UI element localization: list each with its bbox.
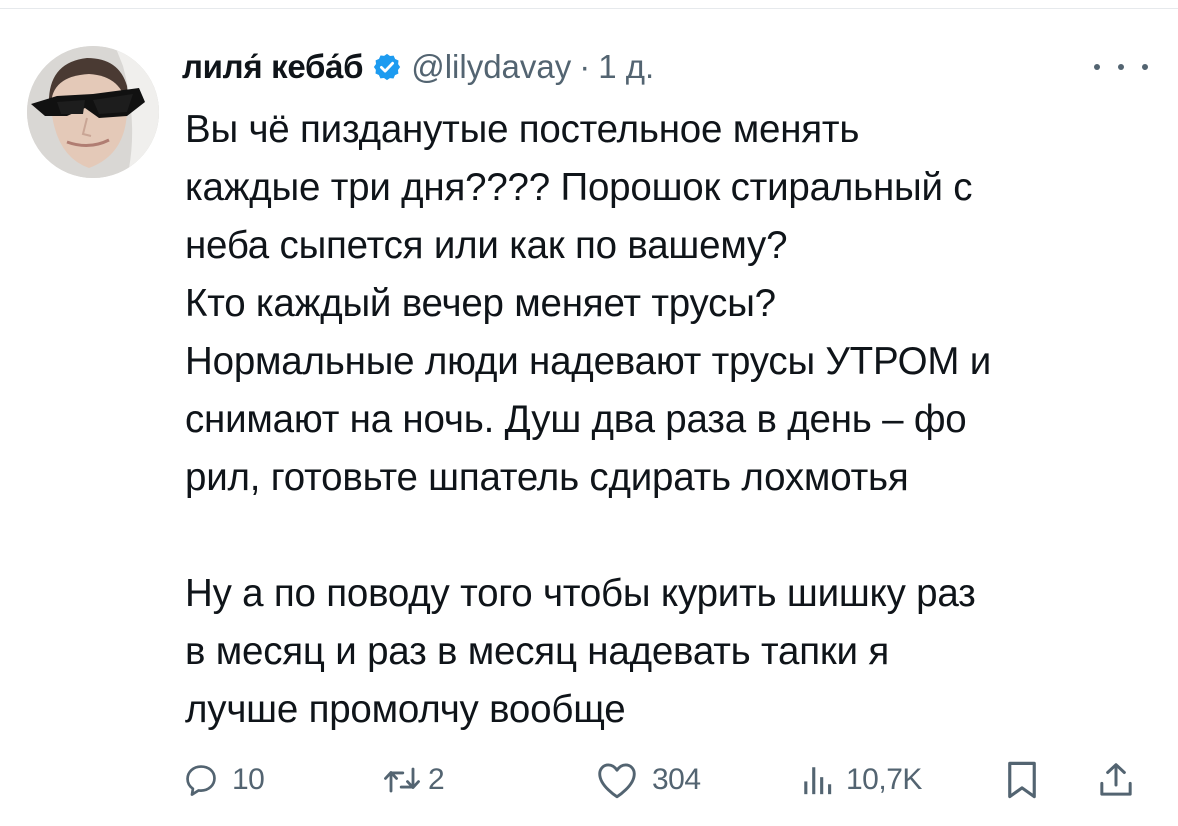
verified-badge-icon	[372, 52, 402, 82]
reply-icon	[186, 765, 216, 796]
more-dot	[1142, 64, 1148, 70]
tweet-line: Ну а по поводу того чтобы курить шишку р…	[185, 572, 976, 615]
action-bar: 10 2 304 10,7K	[0, 756, 1178, 804]
tweet-line: неба сыпется или как по вашему?	[185, 224, 788, 267]
more-dot	[1118, 64, 1124, 70]
tweet-line: Вы чё пизданутые постельное менять	[185, 108, 860, 151]
like-count: 304	[652, 763, 701, 796]
avatar[interactable]	[27, 46, 159, 178]
share-icon	[1100, 763, 1132, 796]
tweet-line: снимают на ночь. Душ два раза в день – ф…	[185, 398, 967, 441]
tweet-line: лучше промолчу вообще	[185, 688, 626, 731]
like-icon	[598, 763, 636, 799]
tweet-line: в месяц и раз в месяц надевать тапки я	[185, 630, 889, 673]
tweet-line: каждые три дня???? Порошок стиральный с	[185, 166, 973, 209]
repost-count: 2	[428, 763, 445, 796]
separator-dot: ·	[579, 48, 591, 85]
views-icon	[804, 767, 832, 795]
top-divider	[0, 8, 1178, 9]
handle[interactable]: @lilydavay	[411, 48, 571, 86]
repost-icon	[384, 767, 420, 793]
timestamp[interactable]: 1 д.	[598, 48, 654, 86]
tweet-text: Вы чё пизданутые постельное менять кажды…	[185, 101, 1160, 739]
tweet-line: рил, готовьте шпатель сдирать лохмотья	[185, 456, 909, 499]
tweet-line: Кто каждый вечер меняет трусы?	[185, 282, 776, 325]
more-dot	[1094, 64, 1100, 70]
more-icon[interactable]	[1094, 52, 1148, 82]
share-button[interactable]	[1096, 756, 1136, 804]
bookmark-button[interactable]	[1004, 756, 1040, 804]
reply-count: 10	[232, 763, 265, 796]
like-button[interactable]: 304	[594, 756, 701, 804]
reply-button[interactable]: 10	[182, 756, 265, 804]
tweet-line: Нормальные люди надевают трусы УТРОМ и	[185, 340, 992, 383]
display-name[interactable]: лиля́ кеба́б	[182, 48, 364, 86]
repost-button[interactable]: 2	[380, 756, 445, 804]
avatar-image	[27, 46, 159, 178]
views-count: 10,7K	[846, 763, 922, 796]
tweet-header: лиля́ кеба́б @lilydavay · 1 д.	[182, 45, 654, 89]
bookmark-icon	[1008, 761, 1036, 799]
views-button[interactable]: 10,7K	[800, 756, 922, 804]
